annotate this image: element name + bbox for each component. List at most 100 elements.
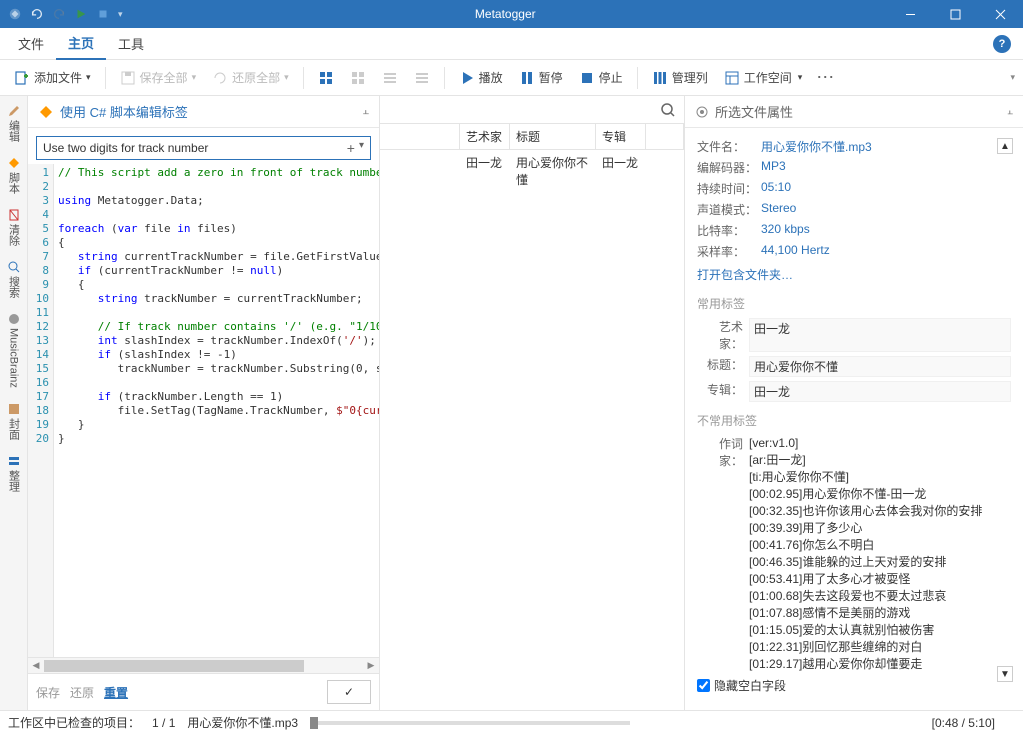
pin-icon[interactable]: ⫠: [362, 105, 369, 118]
uncommon-tags-header: 不常用标签: [697, 412, 1011, 429]
add-file-button[interactable]: 添加文件 ▾: [8, 65, 97, 90]
pin-icon[interactable]: ⫠: [1007, 106, 1013, 117]
play-button[interactable]: 播放: [453, 65, 509, 90]
sidebar-organize[interactable]: 整理: [4, 450, 24, 496]
status-file: 用心爱你你不懂.mp3: [187, 714, 298, 731]
col-artist[interactable]: 艺术家: [460, 124, 510, 149]
search-icon: [7, 260, 21, 274]
reset-link[interactable]: 重置: [104, 684, 128, 701]
help-button[interactable]: ?: [993, 35, 1011, 53]
search-bar[interactable]: [380, 96, 684, 124]
common-tags-header: 常用标签: [697, 295, 1011, 312]
menubar: 文件 主页 工具 ?: [0, 28, 1023, 60]
artist-field[interactable]: 田一龙: [749, 318, 1011, 352]
open-folder-link[interactable]: 打开包含文件夹…: [697, 266, 1011, 283]
manage-cols-button[interactable]: 管理列: [646, 65, 714, 90]
save-icon: [120, 70, 136, 86]
sidebar-edit[interactable]: 编辑: [4, 100, 24, 146]
chevron-down-icon[interactable]: ▾: [359, 140, 364, 156]
stop-icon[interactable]: [96, 7, 110, 21]
sidebar-cover[interactable]: 封面: [4, 398, 24, 444]
sidebar-search[interactable]: 搜索: [4, 256, 24, 302]
redo-icon[interactable]: [52, 7, 66, 21]
organize-icon: [7, 454, 21, 468]
play-icon: [459, 70, 475, 86]
col-title[interactable]: 标题: [510, 124, 596, 149]
hide-empty-checkbox[interactable]: 隐藏空白字段: [697, 673, 1011, 698]
col-checkbox[interactable]: [380, 124, 460, 149]
title-field[interactable]: 用心爱你你不懂: [749, 356, 1011, 377]
grid-icon: [318, 70, 334, 86]
status-checked-label: 工作区中已检查的项目：: [8, 714, 140, 731]
qat-dropdown-icon[interactable]: ▾: [118, 9, 123, 20]
status-time: [0:48 / 5:10]: [932, 716, 995, 730]
filename-link[interactable]: 用心爱你你不懂.mp3: [761, 138, 872, 155]
restore-link[interactable]: 还原: [70, 684, 94, 701]
pause-icon: [519, 70, 535, 86]
grid-large-button[interactable]: [312, 66, 340, 90]
plus-icon[interactable]: +: [347, 140, 355, 156]
play-icon[interactable]: [74, 7, 88, 21]
properties-panel: 所选文件属性 ⫠ ▲ 文件名：用心爱你你不懂.mp3 编解码器：MP3 持续时间…: [685, 96, 1023, 710]
album-field[interactable]: 田一龙: [749, 381, 1011, 402]
window-title: Metatogger: [123, 7, 888, 21]
statusbar: 工作区中已检查的项目： 1 / 1 用心爱你你不懂.mp3 [0:48 / 5:…: [0, 710, 1023, 734]
add-file-icon: [14, 70, 30, 86]
script-panel-title: 使用 C# 脚本编辑标签: [60, 102, 188, 121]
sidebar-musicbrainz[interactable]: MusicBrainz: [5, 308, 23, 392]
minimize-button[interactable]: [888, 0, 933, 28]
close-button[interactable]: [978, 0, 1023, 28]
workspace-button[interactable]: 工作空间▾: [718, 65, 809, 90]
grid-header: 艺术家 标题 专辑: [380, 124, 684, 150]
workspace-icon: [724, 70, 740, 86]
script-icon: [7, 156, 21, 170]
cover-icon: [7, 402, 21, 416]
sidebar-script[interactable]: 脚本: [4, 152, 24, 198]
progress-slider[interactable]: [310, 721, 630, 725]
menu-file[interactable]: 文件: [6, 28, 56, 59]
restore-icon: [212, 70, 228, 86]
script-icon: [38, 104, 54, 120]
toolbar-dropdown-icon[interactable]: ▾: [1010, 72, 1015, 83]
restore-all-button[interactable]: 还原全部 ▾: [206, 65, 295, 90]
pause-button[interactable]: 暂停: [513, 65, 569, 90]
status-count: 1 / 1: [152, 716, 175, 730]
search-icon: [660, 102, 676, 118]
col-album[interactable]: 专辑: [596, 124, 646, 149]
maximize-button[interactable]: [933, 0, 978, 28]
stop-button[interactable]: 停止: [573, 65, 629, 90]
sidebar: 编辑 脚本 清除 搜索 MusicBrainz 封面 整理: [0, 96, 28, 710]
properties-icon: [695, 105, 709, 119]
sidebar-clear[interactable]: 清除: [4, 204, 24, 250]
grid-small-button[interactable]: [344, 66, 372, 90]
file-grid-panel: 艺术家 标题 专辑 田一龙 用心爱你你不懂 田一龙: [380, 96, 685, 710]
hscrollbar[interactable]: ◀▶: [28, 657, 379, 673]
clear-icon: [7, 208, 21, 222]
overflow-button[interactable]: ⋯: [816, 67, 836, 88]
columns-icon: [652, 70, 668, 86]
code[interactable]: // This script add a zero in front of tr…: [54, 164, 379, 657]
menu-home[interactable]: 主页: [56, 27, 106, 60]
undo-icon[interactable]: [30, 7, 44, 21]
stop-icon: [579, 70, 595, 86]
scroll-up-button[interactable]: ▲: [997, 138, 1013, 154]
script-combo[interactable]: Use two digits for track number +▾: [36, 136, 371, 160]
script-panel-header: 使用 C# 脚本编辑标签 ⫠: [28, 96, 379, 128]
main: 编辑 脚本 清除 搜索 MusicBrainz 封面 整理 使用 C# 脚本编辑…: [0, 96, 1023, 710]
list-large-button[interactable]: [376, 66, 404, 90]
gutter: 1234567891011121314151617181920: [28, 164, 54, 657]
quick-access-toolbar: ▾: [0, 7, 123, 21]
save-all-button[interactable]: 保存全部 ▾: [114, 65, 203, 90]
menu-tools[interactable]: 工具: [106, 28, 156, 59]
save-link[interactable]: 保存: [36, 684, 60, 701]
list-small-button[interactable]: [408, 66, 436, 90]
toolbar: 添加文件 ▾ 保存全部 ▾ 还原全部 ▾ 播放 暂停 停止 管理列 工作空间▾ …: [0, 60, 1023, 96]
scroll-down-button[interactable]: ▼: [997, 666, 1013, 682]
titlebar: ▾ Metatogger: [0, 0, 1023, 28]
chevron-down-icon: ▾: [86, 72, 91, 83]
apply-button[interactable]: ✓: [327, 680, 371, 704]
table-row[interactable]: 田一龙 用心爱你你不懂 田一龙: [380, 150, 684, 192]
add-file-label: 添加文件: [34, 69, 82, 86]
code-editor[interactable]: 1234567891011121314151617181920 // This …: [28, 164, 379, 657]
lyrics-field[interactable]: [ver:v1.0][ar:田一龙][ti:用心爱你你不懂][00:02.95]…: [749, 435, 982, 673]
